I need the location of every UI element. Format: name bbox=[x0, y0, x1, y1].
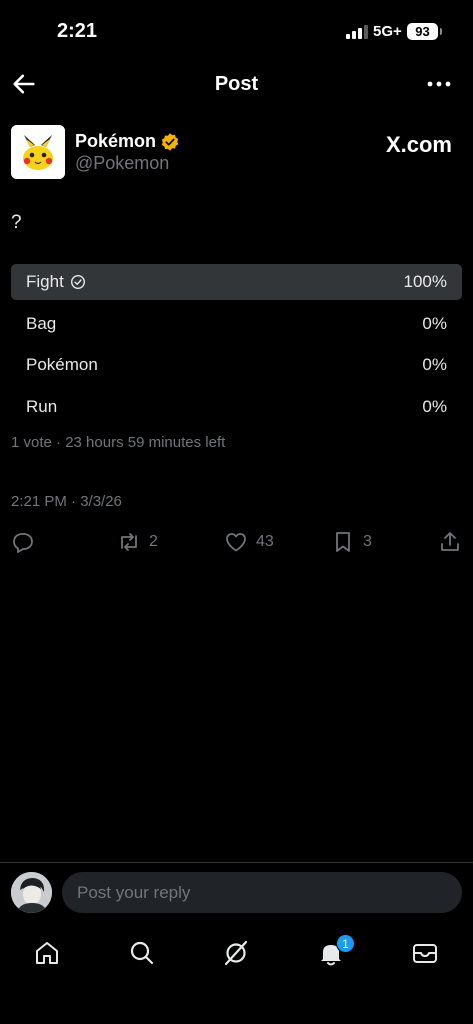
divider bbox=[0, 862, 473, 863]
post-timestamp[interactable]: 2:21 PM · 3/3/26 bbox=[11, 493, 122, 510]
action-bar: 2 43 3 bbox=[0, 530, 473, 558]
poll-option-label: Pokémon bbox=[26, 355, 98, 375]
network-label: 5G+ bbox=[373, 23, 402, 40]
poll-option-label: Fight bbox=[26, 272, 86, 292]
poll-option-text: Bag bbox=[26, 313, 57, 333]
notification-badge: 1 bbox=[336, 934, 355, 953]
share-button[interactable] bbox=[438, 530, 462, 554]
author-handle[interactable]: @Pokemon bbox=[75, 153, 169, 174]
bottom-tab-bar bbox=[0, 930, 473, 976]
poll-option-percent: 0% bbox=[422, 313, 447, 333]
poll-option-percent: 100% bbox=[403, 272, 447, 291]
post-text: ? bbox=[11, 212, 22, 233]
page-title: Post bbox=[214, 73, 259, 95]
like-count: 43 bbox=[256, 533, 274, 550]
author-avatar[interactable] bbox=[11, 125, 65, 179]
tab-home[interactable] bbox=[32, 938, 62, 968]
poll-option-text: Fight bbox=[26, 272, 64, 291]
home-icon bbox=[36, 942, 58, 964]
user-avatar[interactable] bbox=[11, 872, 52, 913]
verified-badge-icon bbox=[161, 132, 179, 151]
more-horizontal-icon bbox=[427, 81, 451, 87]
tab-search[interactable] bbox=[127, 938, 157, 968]
check-circle-icon bbox=[70, 274, 85, 290]
reply-button[interactable] bbox=[11, 530, 35, 554]
author-name[interactable]: Pokémon bbox=[75, 131, 156, 152]
poll-option: Run 0% bbox=[11, 389, 462, 425]
author-name-row[interactable]: Pokémon bbox=[75, 131, 180, 152]
tab-messages[interactable] bbox=[410, 938, 440, 968]
user-avatar-image bbox=[11, 872, 52, 913]
more-button[interactable] bbox=[425, 70, 453, 98]
bookmark-count: 3 bbox=[363, 533, 372, 550]
bookmark-button[interactable]: 3 bbox=[331, 530, 372, 554]
like-button[interactable]: 43 bbox=[224, 530, 274, 554]
tab-grok[interactable] bbox=[221, 938, 251, 968]
status-bar: 2:21 5G+ 93 bbox=[0, 0, 473, 60]
status-time: 2:21 bbox=[57, 20, 98, 42]
poll-option-label: Bag bbox=[26, 314, 56, 334]
poll-option-text: Pokémon bbox=[26, 355, 98, 374]
post-header: Post bbox=[0, 64, 473, 104]
poll: Fight 100% Bag 0% Pokémon 0% Run 0% bbox=[11, 264, 462, 430]
reply-icon bbox=[13, 533, 33, 553]
poll-option-label: Run bbox=[26, 397, 57, 417]
grok-icon bbox=[224, 940, 248, 966]
repost-count: 2 bbox=[149, 533, 158, 550]
search-icon bbox=[130, 941, 154, 965]
poll-option-percent: 0% bbox=[422, 396, 447, 416]
poll-option: Pokémon 0% bbox=[11, 347, 462, 383]
source-label: X.com bbox=[385, 132, 452, 157]
poll-option: Fight 100% bbox=[11, 264, 462, 300]
bookmark-icon bbox=[336, 532, 350, 552]
repost-icon bbox=[121, 533, 137, 551]
pikachu-avatar bbox=[11, 125, 65, 179]
heart-icon bbox=[226, 533, 246, 552]
reply-input[interactable] bbox=[62, 872, 462, 913]
poll-option-text: Run bbox=[26, 396, 58, 416]
poll-option-percent: 0% bbox=[422, 355, 447, 374]
share-icon bbox=[441, 532, 459, 551]
messages-icon bbox=[413, 944, 437, 963]
poll-meta: 1 vote · 23 hours 59 minutes left bbox=[11, 434, 226, 451]
repost-button[interactable]: 2 bbox=[117, 530, 158, 554]
battery-icon: 93 bbox=[407, 23, 442, 40]
poll-option: Bag 0% bbox=[11, 306, 462, 342]
signal-icon bbox=[346, 25, 368, 39]
